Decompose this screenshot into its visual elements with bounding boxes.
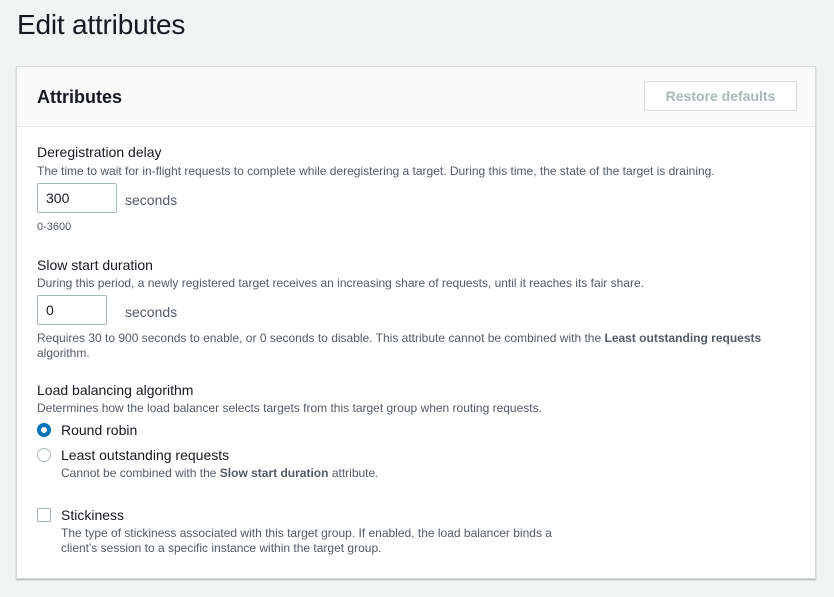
lor-desc-suffix: attribute. bbox=[331, 466, 379, 480]
algorithm-label: Load balancing algorithm bbox=[37, 382, 194, 398]
deregistration-delay-label: Deregistration delay bbox=[37, 144, 162, 160]
slow-start-hint-text: Requires 30 to 900 seconds to enable, or… bbox=[37, 331, 602, 345]
panel-header: Attributes Restore defaults bbox=[17, 67, 815, 127]
stickiness-description-line2: client's session to a specific instance … bbox=[61, 541, 382, 555]
slow-start-unit: seconds bbox=[125, 304, 178, 320]
algorithm-description: Determines how the load balancer selects… bbox=[37, 401, 542, 415]
least-outstanding-requests-description: Cannot be combined with the Slow start d… bbox=[61, 466, 379, 481]
round-robin-label[interactable]: Round robin bbox=[61, 422, 137, 438]
restore-defaults-button[interactable]: Restore defaults bbox=[644, 81, 797, 111]
stickiness-description-line1: The type of stickiness associated with t… bbox=[61, 526, 552, 540]
stickiness-checkbox[interactable] bbox=[37, 508, 51, 522]
slow-start-input[interactable] bbox=[37, 295, 107, 325]
deregistration-delay-range: 0-3600 bbox=[37, 221, 72, 233]
slow-start-label: Slow start duration bbox=[37, 257, 153, 273]
slow-start-hint: Requires 30 to 900 seconds to enable, or… bbox=[37, 331, 777, 361]
lor-desc-prefix: Cannot be combined with the bbox=[61, 466, 217, 480]
deregistration-delay-input[interactable] bbox=[37, 183, 117, 213]
lor-desc-bold: Slow start duration bbox=[219, 466, 329, 480]
deregistration-delay-description: The time to wait for in-flight requests … bbox=[37, 164, 715, 178]
least-outstanding-requests-label[interactable]: Least outstanding requests bbox=[61, 447, 229, 463]
slow-start-hint-suffix: algorithm. bbox=[37, 346, 90, 360]
attributes-panel: Attributes Restore defaults Deregistrati… bbox=[16, 66, 816, 579]
panel-title: Attributes bbox=[37, 87, 122, 107]
deregistration-delay-unit: seconds bbox=[125, 192, 178, 208]
slow-start-hint-bold: Least outstanding requests bbox=[604, 331, 762, 345]
radio-round-robin[interactable] bbox=[37, 423, 51, 437]
page-title: Edit attributes bbox=[17, 9, 186, 40]
radio-least-outstanding-requests[interactable] bbox=[37, 448, 51, 462]
slow-start-description: During this period, a newly registered t… bbox=[37, 276, 644, 290]
stickiness-label[interactable]: Stickiness bbox=[61, 507, 124, 523]
